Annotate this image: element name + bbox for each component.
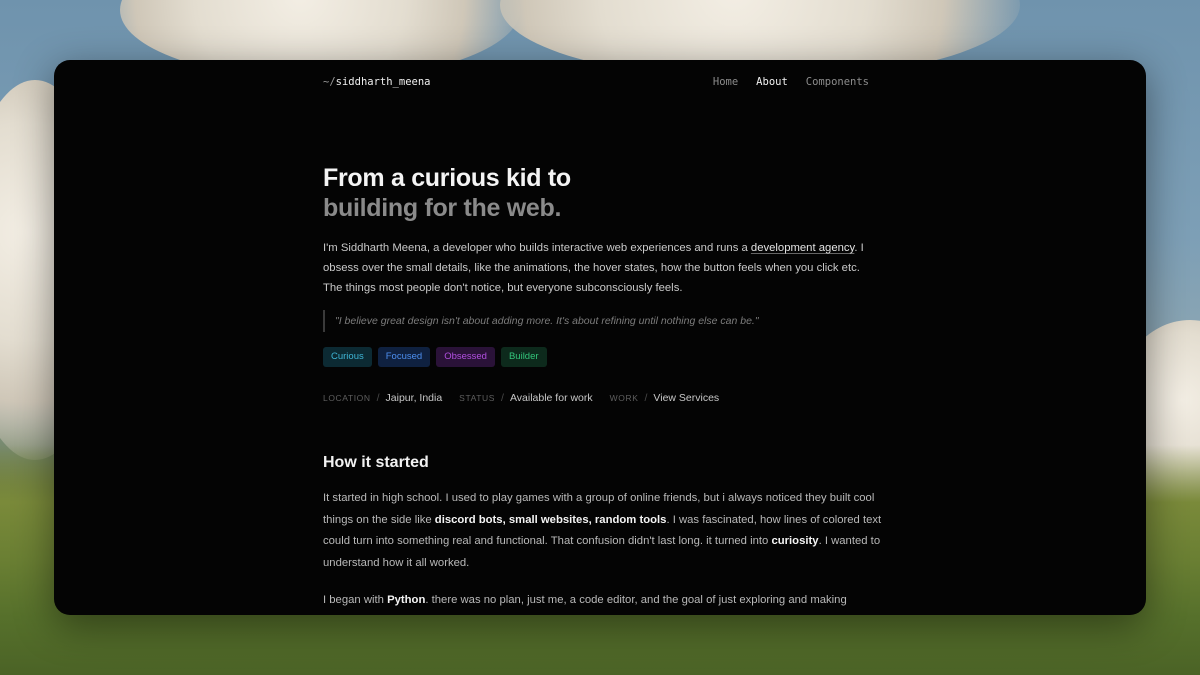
work-key: WORK (609, 393, 639, 403)
p1-bold-tools: discord bots, small websites, random too… (434, 513, 667, 526)
view-services-link[interactable]: View Services (653, 392, 719, 404)
story-paragraph-1: It started in high school. I used to pla… (323, 488, 883, 575)
story-paragraph-2: I began with Python. there was no plan, … (323, 590, 883, 612)
quote-block: "I believe great design isn't about addi… (323, 310, 759, 332)
p1-bold-curiosity: curiosity (771, 535, 819, 548)
location-key: LOCATION (323, 393, 371, 403)
trait-tags: Curious Focused Obsessed Builder (323, 347, 547, 367)
brand-prefix: ~/ (323, 76, 336, 88)
tag-curious: Curious (323, 347, 372, 367)
nav-links: Home About Components (713, 76, 869, 88)
intro-text-1: I'm Siddharth Meena, a developer who bui… (323, 242, 751, 254)
meta-separator: / (501, 392, 504, 404)
headline-line-2: building for the web. (323, 194, 562, 222)
agency-link[interactable]: development agency (751, 242, 854, 254)
page-headline: From a curious kid to building for the w… (323, 163, 571, 223)
nav-link-home[interactable]: Home (713, 76, 738, 88)
status-value: Available for work (509, 392, 593, 404)
tag-focused: Focused (377, 347, 431, 367)
top-nav: ~/siddharth_meena Home About Components (323, 76, 869, 90)
p2-text-2: . there was no plan, just me, a code edi… (425, 594, 847, 606)
p2-bold-python: Python (387, 594, 426, 606)
tag-builder: Builder (500, 347, 547, 367)
p2-text: I began with (323, 594, 388, 606)
meta-status: STATUS / Available for work (459, 392, 592, 404)
location-value: Jaipur, India (385, 392, 443, 404)
site-brand[interactable]: ~/siddharth_meena (323, 76, 430, 88)
meta-separator: / (644, 392, 648, 404)
headline-line-1: From a curious kid to (323, 164, 571, 192)
meta-separator: / (376, 392, 380, 404)
section-heading: How it started (323, 454, 429, 471)
intro-paragraph: I'm Siddharth Meena, a developer who bui… (323, 238, 875, 298)
nav-link-components[interactable]: Components (806, 76, 869, 88)
tag-obsessed: Obsessed (436, 347, 495, 367)
meta-row: LOCATION / Jaipur, India STATUS / Availa… (323, 392, 719, 404)
status-key: STATUS (459, 393, 496, 403)
app-window: ~/siddharth_meena Home About Components … (54, 60, 1146, 615)
nav-link-about[interactable]: About (756, 76, 788, 88)
brand-name: siddharth_meena (335, 76, 431, 88)
meta-work: WORK / View Services (610, 392, 720, 404)
meta-location: LOCATION / Jaipur, India (323, 392, 442, 404)
